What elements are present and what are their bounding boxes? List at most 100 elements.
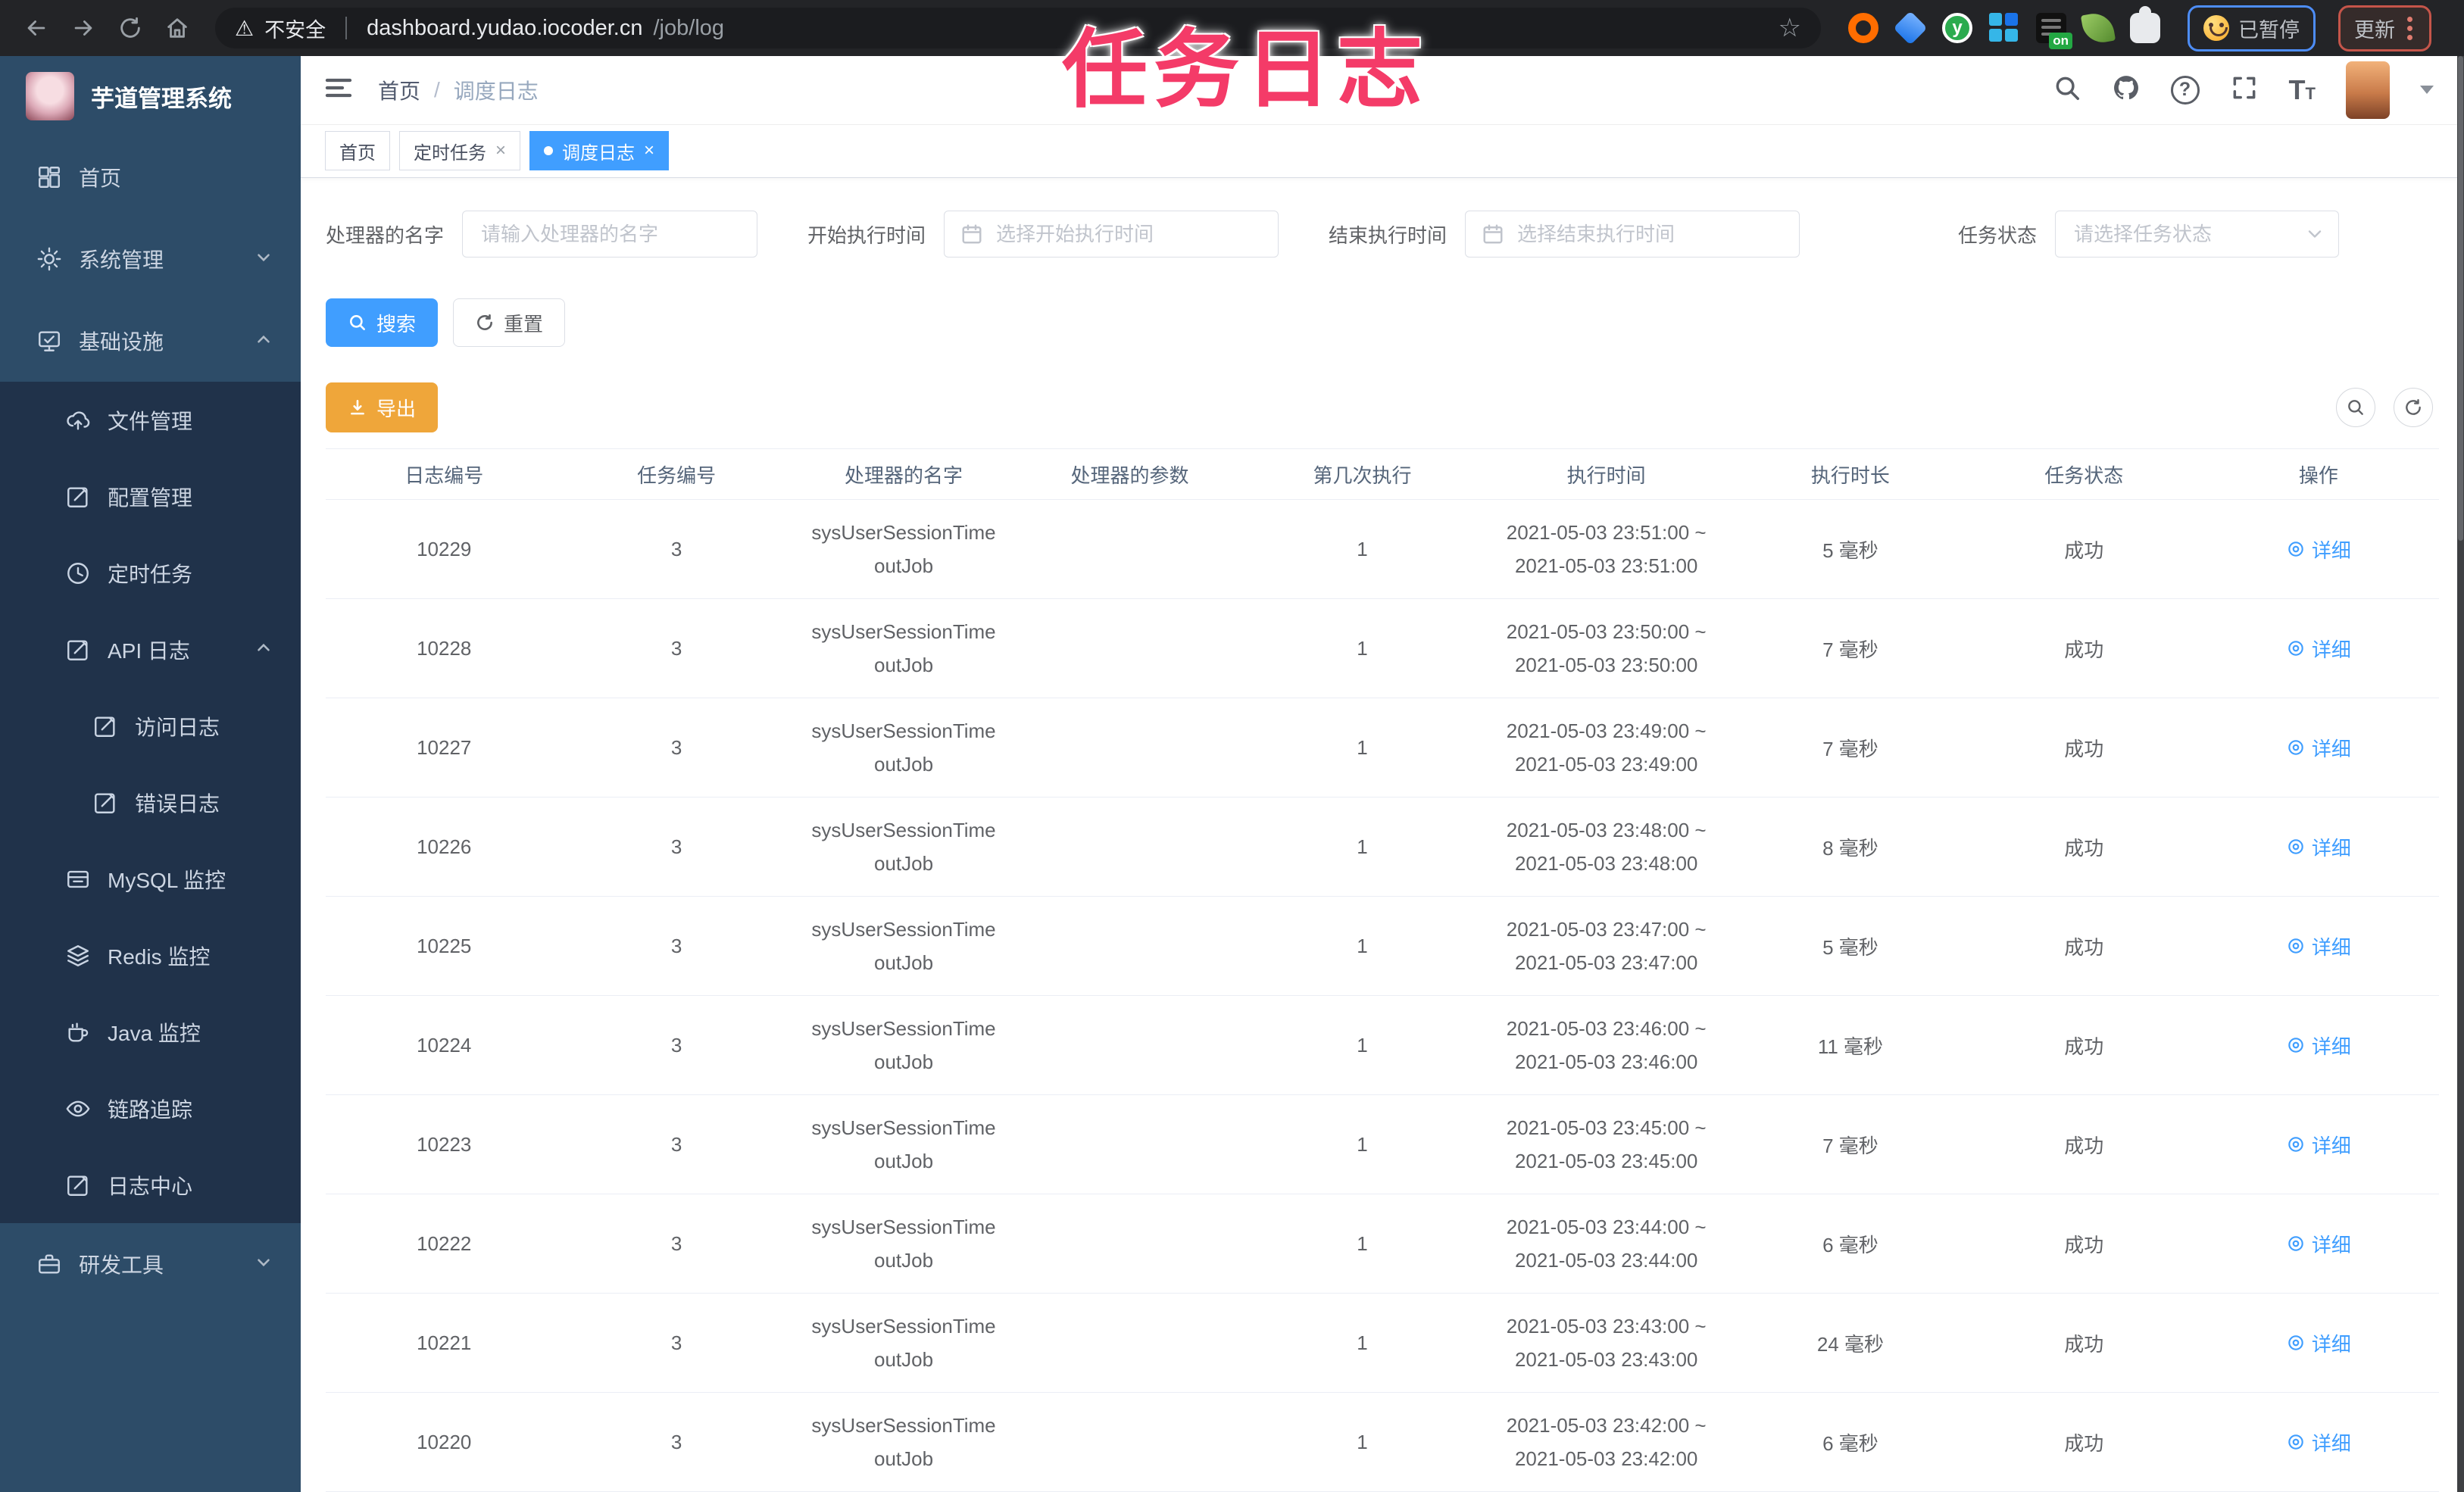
column-header: 处理器的名字 — [845, 464, 963, 487]
tag-job-log-active[interactable]: 调度日志 × — [529, 131, 670, 171]
security-warning-icon: ⚠ — [235, 16, 255, 40]
detail-link[interactable]: 详细 — [2286, 1329, 2351, 1357]
detail-link[interactable]: 详细 — [2286, 1428, 2351, 1456]
reload-button[interactable] — [111, 8, 150, 48]
sidebar-item-system-management[interactable]: 系统管理 — [0, 218, 301, 300]
address-bar[interactable]: ⚠ 不安全 dashboard.yudao.iocoder.cn /job/lo… — [215, 8, 1821, 48]
log-id: 10228 — [417, 636, 472, 660]
avatar[interactable] — [2346, 61, 2390, 119]
reset-button[interactable]: 重置 — [453, 298, 566, 347]
fullscreen-icon[interactable] — [2230, 73, 2259, 106]
window-scrollbar[interactable] — [2457, 56, 2464, 1492]
sidebar-item-mysql-monitor[interactable]: MySQL 监控 — [0, 841, 301, 917]
hamburger-icon[interactable] — [323, 73, 354, 107]
app-logo-row[interactable]: 芋道管理系统 — [0, 56, 301, 136]
execute-index: 1 — [1357, 835, 1368, 858]
detail-link[interactable]: 详细 — [2286, 833, 2351, 861]
breadcrumb-home[interactable]: 首页 — [378, 75, 420, 105]
handler-name: sysUserSessionTimeoutJob — [811, 520, 996, 577]
forward-button[interactable] — [64, 8, 103, 48]
sidebar-item-api-log[interactable]: API 日志 — [0, 611, 301, 688]
detail-link[interactable]: 详细 — [2286, 932, 2351, 960]
job-id: 3 — [670, 1231, 682, 1255]
sidebar-item-home[interactable]: 首页 — [0, 136, 301, 218]
extensions-row: y on — [1848, 6, 2160, 49]
detail-link[interactable]: 详细 — [2286, 1032, 2351, 1060]
bookmark-star-icon[interactable]: ☆ — [1779, 13, 1801, 43]
extension-leaf-icon[interactable] — [2080, 10, 2116, 46]
extension-list-icon[interactable]: on — [2036, 13, 2072, 49]
detail-link[interactable]: 详细 — [2286, 1230, 2351, 1258]
tag-label: 首页 — [339, 142, 376, 164]
log-id: 10226 — [417, 835, 472, 858]
status-select[interactable] — [2055, 211, 2339, 258]
table-row: 10226 3 sysUserSessionTimeoutJob 1 2021-… — [326, 798, 2439, 897]
begin-time-input[interactable] — [944, 211, 1279, 258]
help-icon[interactable]: ? — [2170, 75, 2200, 105]
filter-begin-time: 开始执行时间 — [807, 211, 1279, 258]
paused-chip[interactable]: 已暂停 — [2188, 5, 2316, 52]
font-size-icon[interactable]: TT — [2289, 74, 2316, 106]
handler-name-input[interactable] — [462, 211, 758, 258]
detail-link[interactable]: 详细 — [2286, 535, 2351, 563]
extensions-puzzle-icon[interactable] — [2130, 6, 2160, 43]
scrollbar-thumb[interactable] — [2458, 56, 2463, 541]
extension-squares-icon[interactable] — [1989, 13, 2019, 43]
search-button[interactable]: 搜索 — [326, 298, 439, 347]
clock-icon — [65, 560, 91, 586]
execute-index: 1 — [1357, 1033, 1368, 1057]
update-button-label: 更新 — [2354, 18, 2395, 42]
home-button[interactable] — [158, 8, 197, 48]
github-icon[interactable] — [2112, 73, 2141, 106]
column-header: 处理器的参数 — [1070, 464, 1189, 487]
handler-name: sysUserSessionTimeoutJob — [811, 620, 996, 676]
sidebar-item-access-log[interactable]: 访问日志 — [0, 688, 301, 764]
detail-link[interactable]: 详细 — [2286, 635, 2351, 663]
toggle-search-button[interactable] — [2336, 388, 2375, 427]
status-text: 成功 — [2064, 1035, 2104, 1058]
sidebar-item-file-management[interactable]: 文件管理 — [0, 382, 301, 458]
export-button[interactable]: 导出 — [326, 382, 439, 432]
sidebar-item-dev-tools[interactable]: 研发工具 — [0, 1223, 301, 1305]
browser-menu-kebab-icon[interactable] — [2404, 16, 2416, 40]
extension-y-icon[interactable]: y — [1942, 13, 1972, 43]
extension-gem-icon[interactable] — [1893, 11, 1928, 45]
user-menu-caret-icon[interactable] — [2420, 86, 2434, 95]
handler-name: sysUserSessionTimeoutJob — [811, 917, 996, 974]
sidebar-item-java-monitor[interactable]: Java 监控 — [0, 994, 301, 1070]
sidebar-item-infrastructure[interactable]: 基础设施 — [0, 300, 301, 382]
status-text: 成功 — [2064, 538, 2104, 562]
tag-close-icon[interactable]: × — [495, 140, 506, 161]
exec-time-end: 2021-05-03 23:50:00 — [1514, 654, 1698, 676]
layers-icon — [65, 943, 91, 969]
detail-link[interactable]: 详细 — [2286, 1131, 2351, 1159]
extension-donut-icon[interactable] — [1848, 13, 1878, 43]
sidebar-item-scheduled-jobs[interactable]: 定时任务 — [0, 535, 301, 611]
edit-square-icon — [65, 1172, 91, 1198]
tag-home[interactable]: 首页 — [325, 131, 390, 171]
sidebar-item-log-center[interactable]: 日志中心 — [0, 1147, 301, 1223]
update-button[interactable]: 更新 — [2338, 5, 2431, 52]
filter-label: 处理器的名字 — [326, 223, 445, 247]
tag-scheduled-jobs[interactable]: 定时任务 × — [399, 131, 521, 171]
app-window: 芋道管理系统 首页 系统管理 基础设施 文件管理 配置管理 定时任务 API 日… — [0, 56, 2464, 1492]
paused-chip-label: 已暂停 — [2238, 18, 2300, 42]
filter-form: 处理器的名字 开始执行时间 结束执行时间 — [326, 211, 2439, 258]
sidebar-item-error-log[interactable]: 错误日志 — [0, 764, 301, 841]
url-host-text: dashboard.yudao.iocoder.cn — [367, 15, 643, 40]
duration: 11 毫秒 — [1817, 1035, 1884, 1058]
sidebar-item-config-management[interactable]: 配置管理 — [0, 458, 301, 535]
sidebar-item-redis-monitor[interactable]: Redis 监控 — [0, 917, 301, 994]
execute-index: 1 — [1357, 1430, 1368, 1453]
sidebar-item-trace[interactable]: 链路追踪 — [0, 1070, 301, 1147]
edit-icon — [65, 484, 91, 510]
exec-time-end: 2021-05-03 23:43:00 — [1514, 1348, 1698, 1371]
job-id: 3 — [670, 735, 682, 759]
handler-name: sysUserSessionTimeoutJob — [811, 1413, 996, 1470]
back-button[interactable] — [17, 8, 56, 48]
refresh-button[interactable] — [2394, 388, 2433, 427]
end-time-input[interactable] — [1465, 211, 1800, 258]
detail-link[interactable]: 详细 — [2286, 734, 2351, 762]
search-icon[interactable] — [2053, 73, 2081, 106]
tag-close-icon[interactable]: × — [644, 140, 654, 161]
